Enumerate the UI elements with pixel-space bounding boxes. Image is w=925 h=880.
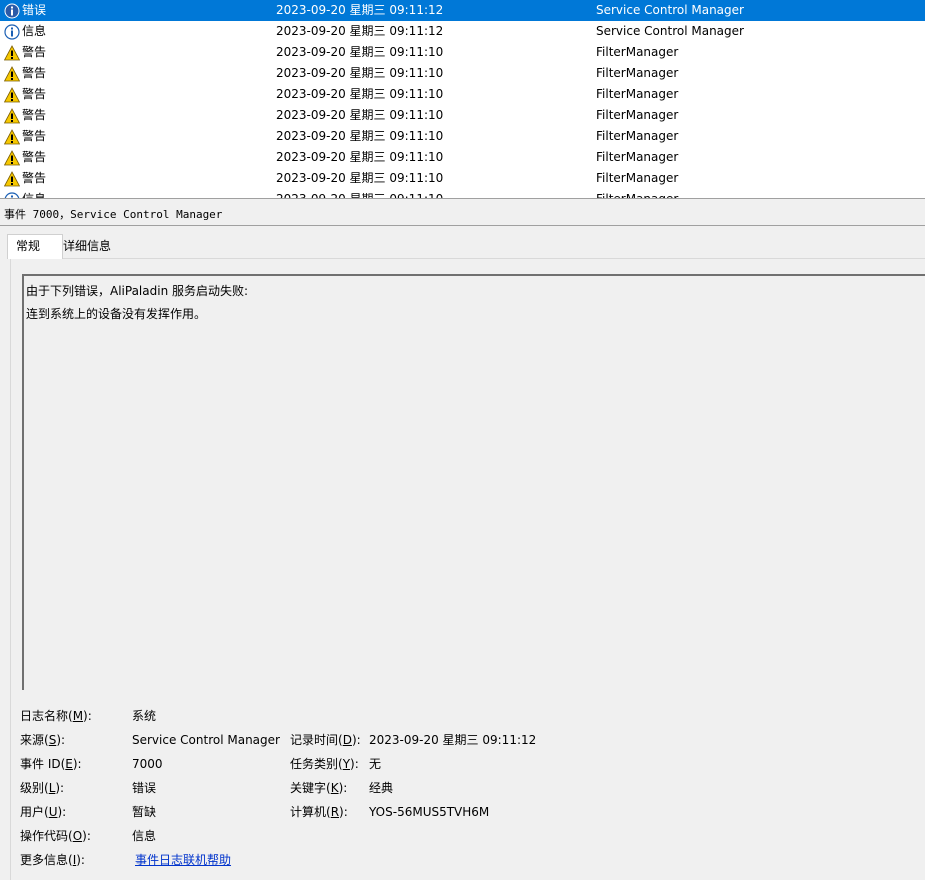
event-source: FilterManager — [596, 108, 679, 122]
warning-icon — [4, 66, 20, 82]
event-datetime: 2023-09-20 星期三 09:11:12 — [276, 3, 444, 17]
keywords-value: 经典 — [369, 781, 394, 795]
opcode-label: 操作代码(O): — [20, 829, 91, 843]
event-source: FilterManager — [596, 87, 679, 101]
event-datetime: 2023-09-20 星期三 09:11:10 — [276, 189, 443, 198]
warning-icon — [4, 150, 20, 166]
logged-label: 记录时间(D): — [290, 733, 361, 747]
event-datetime: 2023-09-20 星期三 09:11:12 — [276, 24, 444, 38]
event-datetime: 2023-09-20 星期三 09:11:10 — [276, 66, 444, 80]
user-label: 用户(U): — [20, 805, 67, 819]
event-source: Service Control Manager — [596, 3, 744, 17]
event-datetime: 2023-09-20 星期三 09:11:10 — [276, 150, 444, 164]
event-description[interactable]: 由于下列错误，AliPaladin 服务启动失败: 连到系统上的设备没有发挥作用… — [22, 274, 925, 690]
event-level: 警告 — [22, 171, 47, 185]
pane-splitter[interactable] — [0, 198, 925, 204]
event-row[interactable]: 警告 2023-09-20 星期三 09:11:10 FilterManager — [0, 105, 925, 126]
event-source: FilterManager — [596, 150, 679, 164]
source-label: 来源(S): — [20, 733, 66, 747]
event-level: 错误 — [22, 3, 47, 17]
event-level: 警告 — [22, 129, 47, 143]
event-row[interactable]: 警告 2023-09-20 星期三 09:11:10 FilterManager — [0, 63, 925, 84]
event-row[interactable]: 信息 2023-09-20 星期三 09:11:10 FilterManager — [0, 189, 925, 198]
computer-label: 计算机(R): — [290, 805, 348, 819]
keywords-label: 关键字(K): — [290, 781, 348, 795]
event-datetime: 2023-09-20 星期三 09:11:10 — [276, 45, 444, 59]
event-source: FilterManager — [596, 45, 679, 59]
event-row[interactable]: 警告 2023-09-20 星期三 09:11:10 FilterManager — [0, 168, 925, 189]
divider — [0, 225, 925, 226]
source-value: Service Control Manager — [132, 733, 280, 747]
event-level: 警告 — [22, 45, 47, 59]
event-source: FilterManager — [596, 129, 679, 143]
description-line: 连到系统上的设备没有发挥作用。 — [26, 307, 207, 321]
error-icon — [4, 3, 20, 19]
opcode-value: 信息 — [132, 829, 157, 843]
warning-icon — [4, 171, 20, 187]
user-value: 暂缺 — [132, 805, 157, 819]
event-row[interactable]: 警告 2023-09-20 星期三 09:11:10 FilterManager — [0, 126, 925, 147]
warning-icon — [4, 45, 20, 61]
event-level: 警告 — [22, 66, 47, 80]
event-row[interactable]: 错误 2023-09-20 星期三 09:11:12 Service Control… — [0, 0, 925, 21]
log-name-value: 系统 — [132, 709, 157, 723]
event-level: 信息 — [22, 24, 47, 38]
tab-general[interactable]: 常规 — [7, 234, 63, 259]
event-row[interactable]: 警告 2023-09-20 星期三 09:11:10 FilterManager — [0, 42, 925, 63]
event-detail-title: 事件 7000，Service Control Manager — [4, 208, 223, 221]
warning-icon — [4, 129, 20, 145]
event-row[interactable]: 警告 2023-09-20 星期三 09:11:10 FilterManager — [0, 84, 925, 105]
event-datetime: 2023-09-20 星期三 09:11:10 — [276, 108, 444, 122]
event-id-label: 事件 ID(E): — [20, 757, 82, 771]
info-icon — [4, 24, 20, 40]
event-level: 警告 — [22, 150, 47, 164]
more-info-label: 更多信息(I): — [20, 853, 85, 867]
task-category-value: 无 — [369, 757, 382, 771]
online-help-link[interactable]: 事件日志联机帮助 — [135, 851, 231, 869]
description-line: 由于下列错误，AliPaladin 服务启动失败: — [26, 284, 249, 298]
level-label: 级别(L): — [20, 781, 65, 795]
event-datetime: 2023-09-20 星期三 09:11:10 — [276, 129, 444, 143]
event-source: FilterManager — [596, 66, 679, 80]
tab-details[interactable]: 详细信息 — [63, 235, 111, 257]
level-value: 错误 — [132, 781, 157, 795]
event-source: FilterManager — [596, 171, 679, 185]
log-name-label: 日志名称(M): — [20, 709, 92, 723]
event-datetime: 2023-09-20 星期三 09:11:10 — [276, 87, 444, 101]
logged-value: 2023-09-20 星期三 09:11:12 — [369, 733, 537, 747]
event-source: FilterManager — [596, 189, 678, 198]
event-row[interactable]: 信息 2023-09-20 星期三 09:11:12 Service Control… — [0, 21, 925, 42]
task-category-label: 任务类别(Y): — [290, 757, 359, 771]
warning-icon — [4, 87, 20, 103]
event-level: 警告 — [22, 87, 47, 101]
event-row[interactable]: 警告 2023-09-20 星期三 09:11:10 FilterManager — [0, 147, 925, 168]
warning-icon — [4, 108, 20, 124]
event-list[interactable]: 错误 2023-09-20 星期三 09:11:12 Service Control… — [0, 0, 925, 198]
event-source: Service Control Manager — [596, 24, 744, 38]
event-datetime: 2023-09-20 星期三 09:11:10 — [276, 171, 444, 185]
event-id-value: 7000 — [132, 757, 163, 771]
computer-value: YOS-56MUS5TVH6M — [369, 805, 490, 819]
event-level: 信息 — [22, 189, 46, 198]
event-level: 警告 — [22, 108, 47, 122]
